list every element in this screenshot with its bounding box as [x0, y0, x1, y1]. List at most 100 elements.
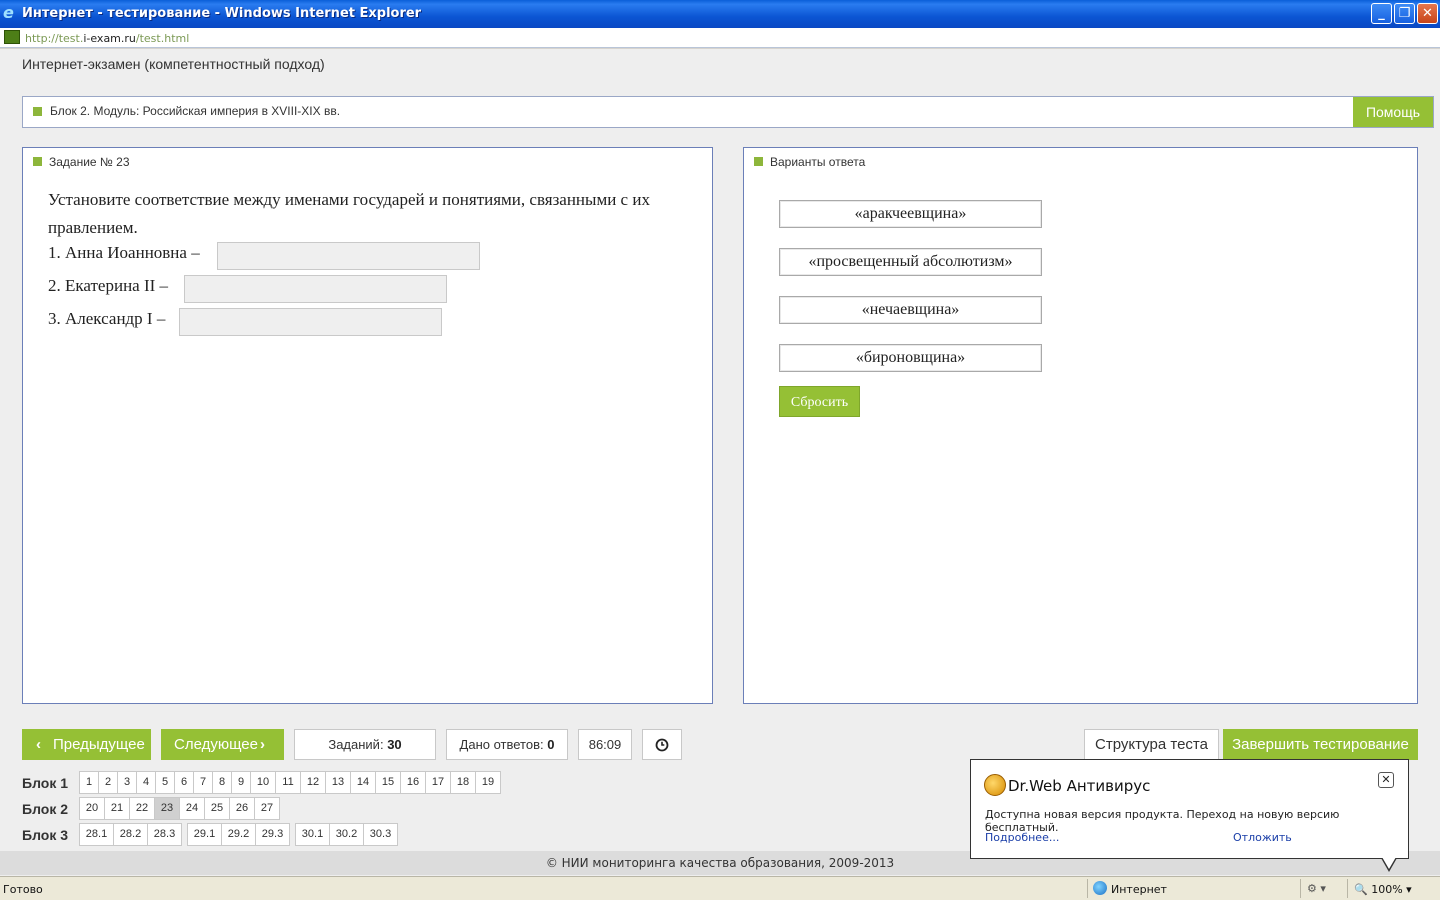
task-link-4[interactable]: 4 — [136, 771, 156, 794]
task-link-25[interactable]: 25 — [204, 797, 230, 820]
block-2-tasks: 20 21 22 23 24 25 26 27 — [79, 797, 280, 820]
test-structure-button[interactable]: Структура теста — [1084, 729, 1219, 760]
answer-option-1[interactable]: «аракчеевщина» — [779, 200, 1042, 228]
answer-option-2[interactable]: «просвещенный абсолютизм» — [779, 248, 1042, 276]
task-link-28-2[interactable]: 28.2 — [113, 823, 148, 846]
task-link-6[interactable]: 6 — [174, 771, 194, 794]
task-link-28-3[interactable]: 28.3 — [147, 823, 182, 846]
site-favicon-icon — [4, 30, 20, 44]
task-link-22[interactable]: 22 — [129, 797, 155, 820]
drop-slot-3[interactable] — [179, 308, 442, 336]
chevron-left-icon: ‹ — [36, 736, 41, 753]
task-link-15[interactable]: 15 — [375, 771, 401, 794]
task-link-30-2[interactable]: 30.2 — [329, 823, 364, 846]
drop-slot-1[interactable] — [217, 242, 480, 270]
answered-count-box: Дано ответов: 0 — [446, 729, 568, 760]
bullet-square-icon — [33, 157, 42, 166]
finish-test-button[interactable]: Завершить тестирование — [1223, 729, 1418, 760]
task-link-1[interactable]: 1 — [79, 771, 99, 794]
question-text: Установите соответствие между именами го… — [48, 190, 650, 237]
status-divider — [1087, 879, 1088, 898]
zoom-value: 100% — [1371, 883, 1403, 896]
task-link-7[interactable]: 7 — [193, 771, 213, 794]
previous-button[interactable]: ‹ Предыдущее — [22, 729, 151, 760]
task-link-19[interactable]: 19 — [475, 771, 501, 794]
task-link-12[interactable]: 12 — [300, 771, 326, 794]
status-divider — [1347, 879, 1348, 898]
task-link-10[interactable]: 10 — [250, 771, 276, 794]
answers-panel: Варианты ответа «аракчеевщина» «просвеще… — [743, 147, 1418, 704]
task-link-5[interactable]: 5 — [155, 771, 175, 794]
protected-mode-icon[interactable]: ⚙ ▾ — [1307, 882, 1326, 895]
task-link-21[interactable]: 21 — [104, 797, 130, 820]
block-bar: Блок 2. Модуль: Российская империя в XVI… — [22, 96, 1434, 128]
clock-icon — [655, 738, 669, 752]
zoom-arrow-icon: ▾ — [1406, 883, 1412, 896]
task-link-14[interactable]: 14 — [350, 771, 376, 794]
task-link-26[interactable]: 26 — [229, 797, 255, 820]
drweb-later-link[interactable]: Отложить — [1233, 831, 1292, 844]
task-link-30-3[interactable]: 30.3 — [363, 823, 398, 846]
reset-button[interactable]: Сбросить — [779, 386, 860, 417]
task-link-29-3[interactable]: 29.3 — [255, 823, 290, 846]
task-link-29-1[interactable]: 29.1 — [187, 823, 222, 846]
help-button[interactable]: Помощь — [1353, 97, 1433, 127]
tasks-count-value: 30 — [387, 737, 402, 752]
task-link-27[interactable]: 27 — [254, 797, 280, 820]
maximize-button[interactable]: ❐ — [1394, 3, 1415, 24]
answered-count-value: 0 — [547, 737, 555, 752]
task-link-23[interactable]: 23 — [154, 797, 180, 820]
address-bar[interactable]: http://test.i-exam.ru/test.html — [0, 28, 1440, 48]
answer-option-4[interactable]: «бироновщина» — [779, 344, 1042, 372]
bullet-square-icon — [33, 107, 42, 116]
task-link-8[interactable]: 8 — [212, 771, 232, 794]
task-link-13[interactable]: 13 — [325, 771, 351, 794]
address-url[interactable]: http://test.i-exam.ru/test.html — [25, 32, 189, 45]
task-link-3[interactable]: 3 — [117, 771, 137, 794]
status-text: Готово — [3, 883, 43, 896]
task-link-28-1[interactable]: 28.1 — [79, 823, 114, 846]
task-link-29-2[interactable]: 29.2 — [221, 823, 256, 846]
block-3-tasks: 28.1 28.2 28.3 29.1 29.2 29.3 30.1 30.2 30.3 — [79, 823, 398, 846]
task-link-24[interactable]: 24 — [179, 797, 205, 820]
drweb-title: Dr.Web Антивирус — [1008, 777, 1151, 795]
block-2-label: Блок 2 — [22, 801, 69, 817]
bullet-square-icon — [754, 157, 763, 166]
next-button[interactable]: Следующее › — [161, 729, 284, 760]
close-icon[interactable]: ✕ — [1378, 772, 1394, 788]
next-label: Следующее — [174, 736, 258, 753]
tasks-count-box: Заданий: 30 — [294, 729, 436, 760]
status-divider — [1300, 879, 1301, 898]
task-link-17[interactable]: 17 — [425, 771, 451, 794]
task-link-30-1[interactable]: 30.1 — [295, 823, 330, 846]
minimize-button[interactable]: _ — [1371, 3, 1392, 24]
task-link-18[interactable]: 18 — [450, 771, 476, 794]
drweb-more-link[interactable]: Подробнее... — [985, 831, 1059, 844]
task-link-11[interactable]: 11 — [275, 771, 301, 794]
page-content: Интернет-экзамен (компетентностный подхо… — [0, 49, 1440, 876]
tasks-count-label: Заданий: — [328, 737, 384, 752]
task-link-20[interactable]: 20 — [79, 797, 105, 820]
answered-count-label: Дано ответов: — [459, 737, 544, 752]
match-item-label: 1. Анна Иоанновна – — [48, 243, 200, 263]
zoom-level[interactable]: 🔍 100% ▾ — [1354, 883, 1412, 896]
timer-display: 86:09 — [578, 729, 632, 760]
chevron-right-icon: › — [260, 736, 265, 753]
match-item-1: 1. Анна Иоанновна – — [48, 242, 200, 263]
globe-icon — [1093, 881, 1107, 895]
task-link-2[interactable]: 2 — [98, 771, 118, 794]
answer-option-3[interactable]: «нечаевщина» — [779, 296, 1042, 324]
previous-label: Предыдущее — [53, 736, 145, 753]
window-titlebar: e Интернет - тестирование - Windows Inte… — [0, 0, 1440, 28]
match-item-3: 3. Александр I – — [48, 308, 165, 329]
close-window-button[interactable]: ✕ — [1417, 3, 1438, 24]
block-3-label: Блок 3 — [22, 827, 69, 843]
task-heading: Задание № 23 — [49, 155, 130, 169]
url-domain: i-exam.ru — [83, 32, 136, 45]
task-link-16[interactable]: 16 — [400, 771, 426, 794]
status-bar: Готово Интернет ⚙ ▾ 🔍 100% ▾ — [0, 876, 1440, 900]
page-title: Интернет-экзамен (компетентностный подхо… — [22, 56, 325, 72]
task-link-9[interactable]: 9 — [231, 771, 251, 794]
drop-slot-2[interactable] — [184, 275, 447, 303]
timer-toggle-button[interactable] — [642, 729, 682, 760]
